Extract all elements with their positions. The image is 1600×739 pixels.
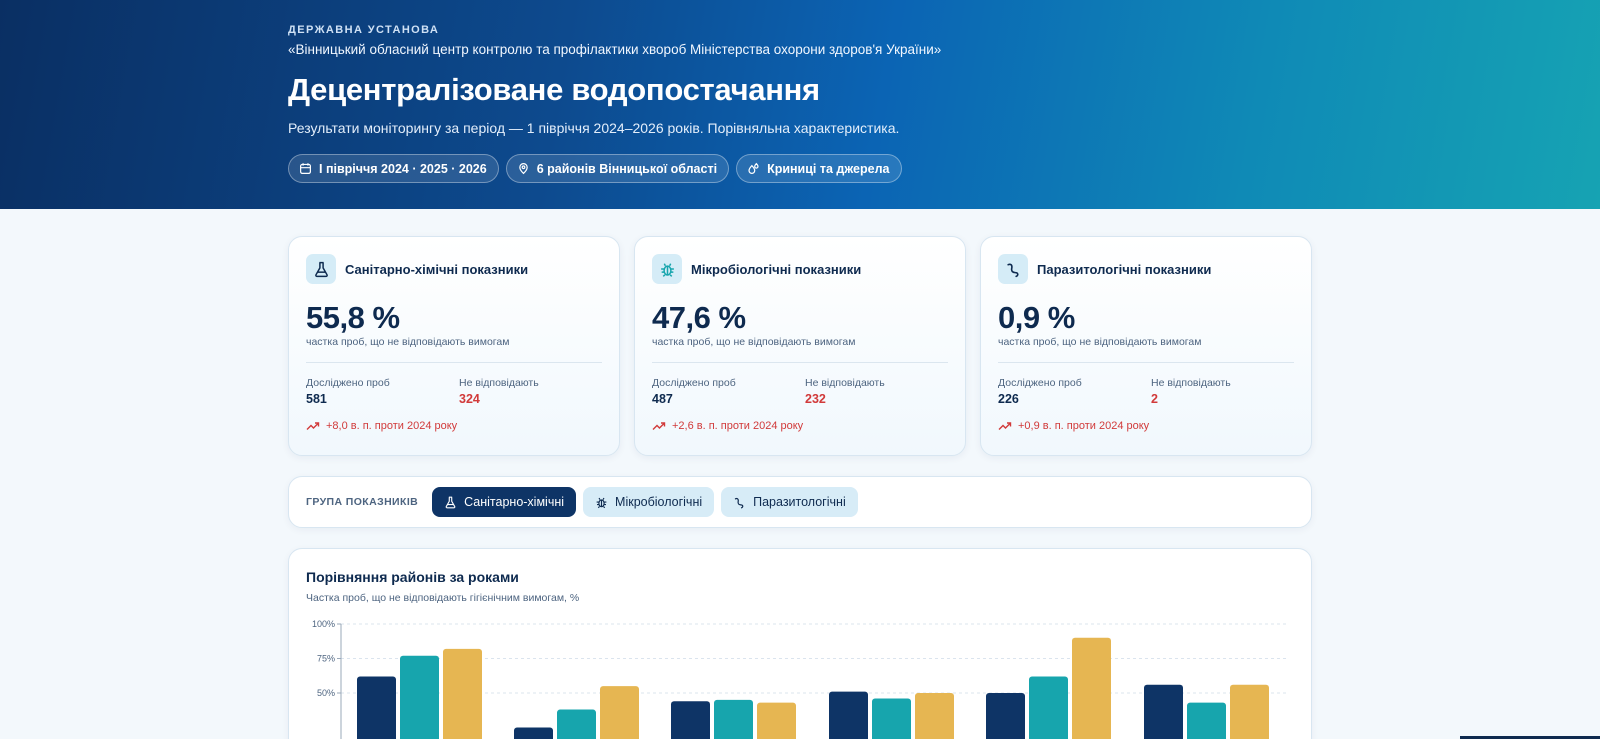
filter-parasitological-button[interactable]: Паразитологічні <box>721 487 858 517</box>
card-sanitary-chemical: Санітарно-хімічні показники 55,8 % частк… <box>288 236 620 456</box>
calendar-icon <box>300 163 311 174</box>
trend-up-icon <box>306 422 320 430</box>
y-tick-label: 50% <box>317 688 335 698</box>
divider <box>306 362 602 363</box>
institution-type: ДЕРЖАВНА УСТАНОВА <box>288 24 440 36</box>
district-comparison-chart-card: 100% 75% 50% Порівняння районів за роками … <box>288 548 1312 739</box>
bar[interactable] <box>443 648 482 739</box>
card-value: 55,8 % <box>306 300 400 335</box>
card-title: Паразитологічні показники <box>1037 261 1212 277</box>
stat-failed: Не відповідають 324 <box>459 377 539 406</box>
water-drops-icon <box>748 162 759 174</box>
bar[interactable] <box>557 709 596 739</box>
bar[interactable] <box>986 693 1025 739</box>
bar[interactable] <box>1230 684 1269 739</box>
card-value: 47,6 % <box>652 300 746 335</box>
divider <box>652 362 948 363</box>
bar[interactable] <box>514 727 553 739</box>
trend-indicator: +0,9 в. п. проти 2024 року <box>998 420 1149 432</box>
card-caption: частка проб, що не відповідають вимогам <box>306 336 510 348</box>
trend-up-icon <box>652 422 666 430</box>
stat-tested: Досліджено проб 487 <box>652 377 736 406</box>
indicator-group-filter: ГРУПА ПОКАЗНИКІВ Санітарно-хімічні Мікро… <box>288 476 1312 528</box>
worm-icon <box>1006 263 1019 277</box>
stat-tested: Досліджено проб 226 <box>998 377 1082 406</box>
bar[interactable] <box>757 702 796 739</box>
bar[interactable] <box>872 698 911 739</box>
flask-icon <box>314 261 328 277</box>
trend-up-icon <box>998 422 1012 430</box>
trend-indicator: +8,0 в. п. проти 2024 року <box>306 420 457 432</box>
bar[interactable] <box>1187 702 1226 739</box>
trend-indicator: +2,6 в. п. проти 2024 року <box>652 420 803 432</box>
card-caption: частка проб, що не відповідають вимогам <box>998 336 1202 348</box>
stat-tested: Досліджено проб 581 <box>306 377 390 406</box>
bar[interactable] <box>1072 637 1111 739</box>
divider <box>998 362 1294 363</box>
stat-failed: Не відповідають 232 <box>805 377 885 406</box>
page-title: Децентралізоване водопостачання <box>288 72 820 107</box>
hero-header: ДЕРЖАВНА УСТАНОВА «Вінницький обласний ц… <box>0 0 1600 209</box>
chip-districts: 6 районів Вінницької області <box>505 154 730 183</box>
page-subtitle: Результати моніторингу за період — 1 пів… <box>288 120 900 136</box>
worm-icon <box>734 497 744 508</box>
bar[interactable] <box>357 676 396 739</box>
bar[interactable] <box>400 655 439 739</box>
card-title: Санітарно-хімічні показники <box>345 261 529 277</box>
filter-microbiological-button[interactable]: Мікробіологічні <box>583 487 715 517</box>
filter-sanitary-chemical-button[interactable]: Санітарно-хімічні <box>432 487 577 517</box>
card-microbiological: Мікробіологічні показники 47,6 % частка … <box>634 236 966 456</box>
institution-name: «Вінницький обласний центр контролю та п… <box>288 42 942 57</box>
filter-label: ГРУПА ПОКАЗНИКІВ <box>306 496 419 508</box>
chart-title: Порівняння районів за роками <box>306 569 519 585</box>
bar[interactable] <box>1029 676 1068 739</box>
bug-icon <box>596 497 607 508</box>
stat-failed: Не відповідають 2 <box>1151 377 1231 406</box>
location-pin-icon <box>518 163 528 175</box>
y-tick-label: 100% <box>312 619 335 629</box>
summary-cards: Санітарно-хімічні показники 55,8 % частк… <box>288 236 1312 456</box>
bug-icon <box>660 262 674 277</box>
card-caption: частка проб, що не відповідають вимогам <box>652 336 856 348</box>
y-tick-label: 75% <box>317 654 335 664</box>
chart-subtitle: Частка проб, що не відповідають гігієніч… <box>306 592 580 604</box>
chip-label: 6 районів Вінницької області <box>536 161 718 176</box>
bar[interactable] <box>829 691 868 739</box>
bar[interactable] <box>1144 684 1183 739</box>
bar[interactable] <box>714 699 753 739</box>
chip-label: I півріччя 2024 · 2025 · 2026 <box>319 161 487 176</box>
flask-icon <box>445 496 456 508</box>
card-title: Мікробіологічні показники <box>691 261 862 277</box>
chip-sources: Криниці та джерела <box>736 154 902 183</box>
chip-label: Криниці та джерела <box>767 161 890 176</box>
bar[interactable] <box>915 693 954 739</box>
card-value: 0,9 % <box>998 300 1075 335</box>
bar[interactable] <box>600 686 639 739</box>
card-parasitological: Паразитологічні показники 0,9 % частка п… <box>980 236 1312 456</box>
meta-chips: I півріччя 2024 · 2025 · 2026 6 районів … <box>288 154 902 183</box>
bar[interactable] <box>671 701 710 739</box>
chip-period: I півріччя 2024 · 2025 · 2026 <box>288 154 499 183</box>
